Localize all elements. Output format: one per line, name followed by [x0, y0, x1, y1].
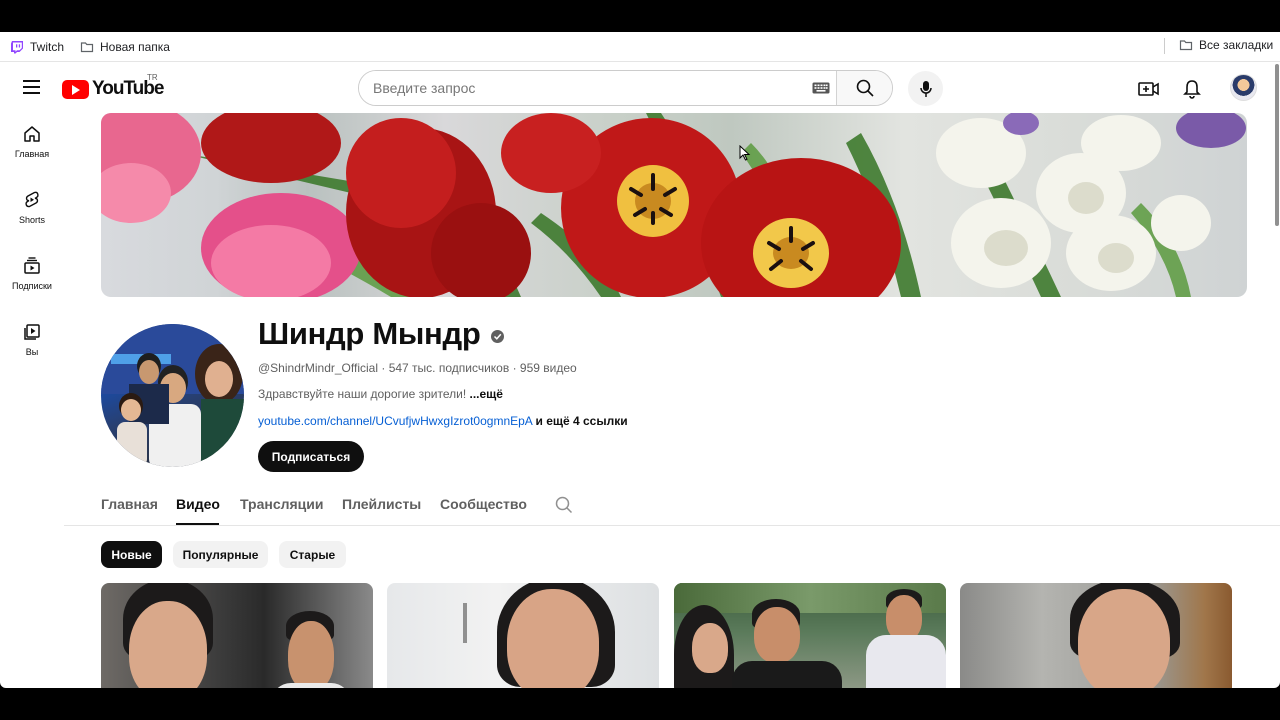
masthead: YouTube TR — [0, 62, 1280, 114]
channel-meta: @ShindrMindr_Official · 547 тыс. подписч… — [258, 361, 577, 375]
create-video-icon — [1138, 82, 1159, 96]
youtube-play-icon — [62, 79, 89, 99]
voice-search-button[interactable] — [908, 71, 943, 106]
screen-bottom-bar — [0, 688, 1280, 720]
active-tab-indicator — [176, 523, 219, 525]
menu-icon[interactable] — [18, 76, 44, 102]
tab-home[interactable]: Главная — [101, 496, 158, 512]
screen-top-bar — [0, 0, 1280, 32]
search-box — [358, 70, 893, 106]
keyboard-icon[interactable] — [806, 71, 836, 105]
tab-community[interactable]: Сообщество — [440, 496, 527, 512]
channel-handle: @ShindrMindr_Official — [258, 361, 379, 375]
bookmark-folder-new[interactable]: Новая папка — [80, 40, 170, 54]
account-avatar[interactable] — [1230, 74, 1257, 101]
sidebar-item-shorts[interactable]: Shorts — [4, 180, 60, 240]
channel-name: Шиндр Мындр — [258, 316, 504, 352]
all-bookmarks-label: Все закладки — [1199, 38, 1274, 52]
bookmarks-bar: Twitch Новая папка Все закладки — [0, 32, 1280, 62]
search-button[interactable] — [836, 71, 892, 105]
sidebar-item-label: Shorts — [18, 215, 45, 225]
bell-icon — [1183, 80, 1201, 99]
folder-icon — [1179, 40, 1193, 51]
twitch-icon — [11, 40, 23, 53]
bookmark-label: Новая папка — [100, 39, 170, 54]
chip-popular[interactable]: Популярные — [173, 541, 268, 568]
channel-description[interactable]: Здравствуйте наши дорогие зрители! ...ещ… — [258, 387, 503, 401]
notifications-button[interactable] — [1179, 76, 1205, 102]
microphone-icon — [919, 80, 932, 97]
video-thumbnail[interactable] — [674, 583, 946, 688]
sidebar-item-label: Подписки — [12, 281, 52, 291]
tab-videos[interactable]: Видео — [176, 496, 220, 512]
shorts-icon — [25, 191, 39, 208]
mini-guide: Главная Shorts Подписки Вы — [0, 114, 64, 688]
video-thumbnail[interactable] — [960, 583, 1232, 688]
bookmark-twitch[interactable]: Twitch — [10, 40, 64, 54]
sidebar-item-home[interactable]: Главная — [4, 114, 60, 174]
channel-search-icon[interactable] — [554, 495, 574, 520]
description-text: Здравствуйте наши дорогие зрители! — [258, 387, 467, 401]
home-icon — [24, 126, 40, 142]
all-bookmarks[interactable]: Все закладки — [1179, 38, 1273, 52]
sidebar-item-label: Вы — [25, 347, 39, 357]
browser-window: Twitch Новая папка Все закладки YouTube … — [0, 32, 1280, 688]
chip-oldest[interactable]: Старые — [279, 541, 346, 568]
verified-badge-icon — [490, 329, 504, 343]
more-links-button[interactable]: и ещё 4 ссылки — [535, 414, 627, 428]
video-thumbnail[interactable] — [101, 583, 373, 688]
banner-image — [101, 113, 1246, 297]
bookmark-label: Twitch — [30, 39, 65, 54]
search-icon — [856, 79, 874, 97]
page-scrollbar[interactable] — [1275, 64, 1279, 226]
channel-url-link[interactable]: youtube.com/channel/UCvufjwHwxgIzrot0ogm… — [258, 414, 532, 428]
video-count: 959 видео — [519, 361, 577, 375]
channel-banner — [101, 113, 1247, 297]
channel-name-text: Шиндр Мындр — [258, 316, 481, 351]
library-icon — [24, 324, 40, 340]
sidebar-item-subscriptions[interactable]: Подписки — [4, 246, 60, 306]
chip-newest[interactable]: Новые — [101, 541, 162, 568]
search-input[interactable] — [359, 71, 806, 105]
folder-icon — [80, 41, 94, 52]
create-button[interactable] — [1136, 76, 1162, 102]
channel-avatar-photo — [101, 324, 244, 467]
channel-links: youtube.com/channel/UCvufjwHwxgIzrot0ogm… — [258, 414, 628, 428]
description-more-link[interactable]: ...ещё — [470, 387, 503, 401]
meta-separator: · — [381, 361, 389, 375]
region-code: TR — [147, 73, 158, 82]
subscribe-button[interactable]: Подписаться — [258, 441, 364, 472]
sidebar-item-you[interactable]: Вы — [4, 312, 60, 372]
channel-tabs: Главная Видео Трансляции Плейлисты Сообщ… — [64, 488, 1280, 526]
mouse-cursor-icon — [739, 145, 751, 161]
meta-separator: · — [512, 361, 520, 375]
video-thumbnail[interactable] — [387, 583, 659, 688]
tab-live[interactable]: Трансляции — [240, 496, 323, 512]
tab-playlists[interactable]: Плейлисты — [342, 496, 421, 512]
subscriptions-icon — [24, 257, 40, 274]
sidebar-item-label: Главная — [14, 149, 50, 159]
subscriber-count: 547 тыс. подписчиков — [388, 361, 510, 375]
channel-avatar[interactable] — [101, 324, 244, 467]
bookmarks-divider — [1164, 38, 1165, 54]
